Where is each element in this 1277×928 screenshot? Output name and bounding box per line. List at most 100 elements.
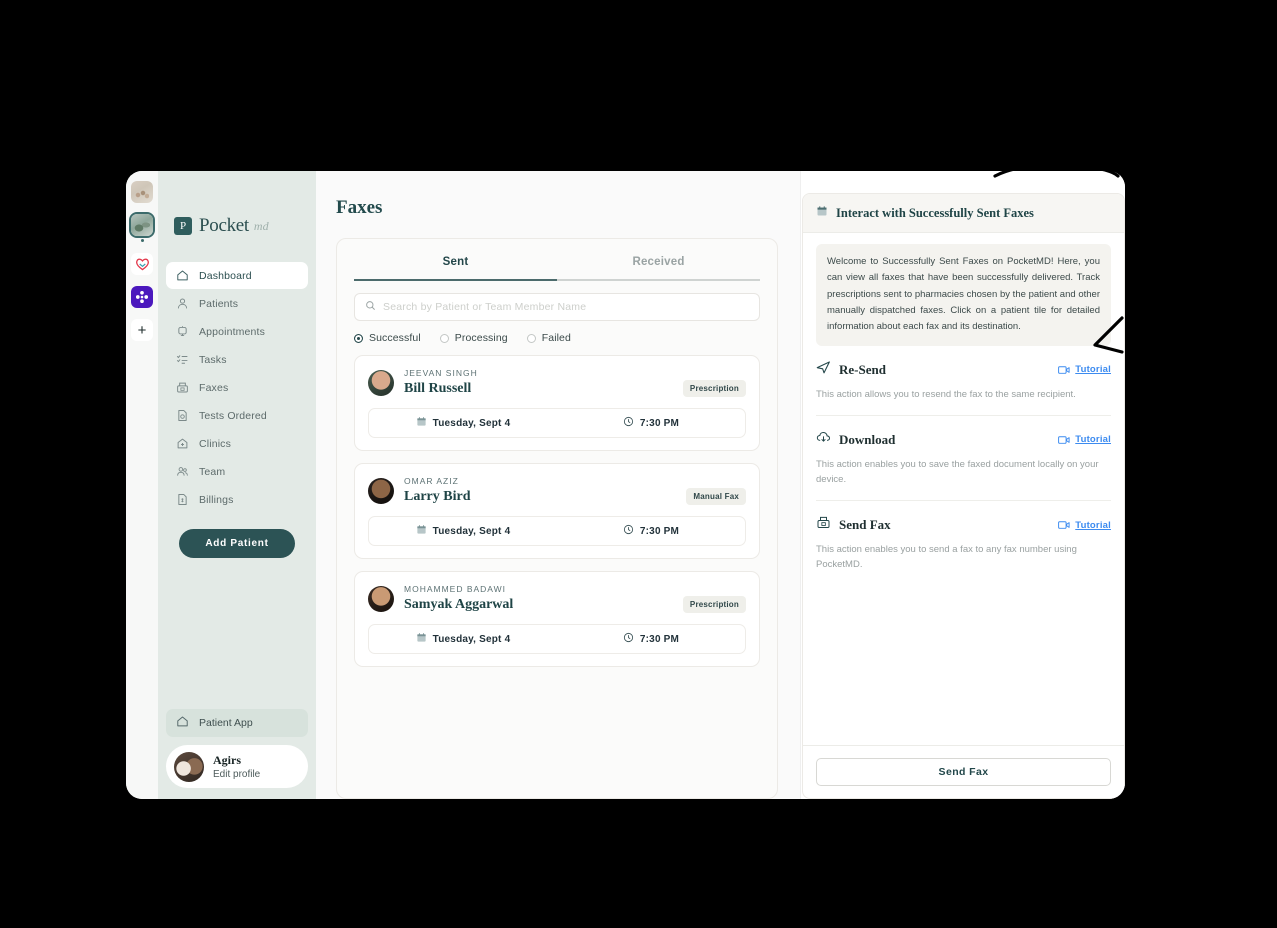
action-send-fax: Send Fax Tutorial This action enables yo… bbox=[816, 501, 1111, 572]
fax-date: Tuesday, Sept 4 bbox=[369, 524, 557, 538]
sidebar-item-label: Tests Ordered bbox=[199, 409, 267, 422]
sidebar-item-patient-app[interactable]: Patient App bbox=[166, 709, 308, 737]
video-icon bbox=[1058, 365, 1070, 375]
tutorial-link[interactable]: Tutorial bbox=[1058, 364, 1111, 375]
sender-name: OMAR AZIZ bbox=[404, 476, 459, 486]
workspace-thumb-2[interactable] bbox=[131, 214, 153, 236]
fax-card-meta: Tuesday, Sept 4 7:30 PM bbox=[368, 516, 746, 546]
sidebar-item-appointments[interactable]: Appointments bbox=[166, 318, 308, 345]
workspace-heart-logo[interactable] bbox=[131, 253, 153, 275]
billing-document-icon bbox=[176, 493, 189, 506]
fax-card-names: JEEVAN SINGH Bill Russell bbox=[404, 368, 673, 397]
status-badge: Prescription bbox=[682, 596, 746, 613]
action-download: Download Tutorial This action enables yo… bbox=[816, 416, 1111, 502]
video-icon bbox=[1058, 520, 1070, 530]
workspace-cross-logo[interactable] bbox=[131, 286, 153, 308]
sidebar-item-team[interactable]: Team bbox=[166, 458, 308, 485]
tab-received[interactable]: Received bbox=[557, 239, 760, 281]
clock-icon bbox=[623, 632, 634, 646]
search-area bbox=[337, 281, 777, 321]
calendar-clock-icon bbox=[176, 325, 189, 338]
info-panel-card: Interact with Successfully Sent Faxes We… bbox=[802, 193, 1125, 799]
workspace-thumb-1[interactable] bbox=[131, 181, 153, 203]
sidebar-item-label: Patient App bbox=[199, 717, 253, 729]
sidebar-item-dashboard[interactable]: Dashboard bbox=[166, 262, 308, 289]
sidebar-item-faxes[interactable]: Faxes bbox=[166, 374, 308, 401]
action-header: Send Fax Tutorial bbox=[816, 515, 1111, 535]
sidebar-item-tasks[interactable]: Tasks bbox=[166, 346, 308, 373]
filter-label: Processing bbox=[454, 332, 508, 344]
tutorial-label: Tutorial bbox=[1075, 519, 1111, 531]
sidebar-item-clinics[interactable]: Clinics bbox=[166, 430, 308, 457]
fax-card[interactable]: MOHAMMED BADAWI Samyak Aggarwal Prescrip… bbox=[354, 571, 760, 667]
tutorial-link[interactable]: Tutorial bbox=[1058, 434, 1111, 445]
fax-date-text: Tuesday, Sept 4 bbox=[432, 525, 511, 537]
filter-label: Failed bbox=[541, 332, 571, 344]
fax-card-header: JEEVAN SINGH Bill Russell Prescription bbox=[368, 368, 746, 397]
fax-card[interactable]: JEEVAN SINGH Bill Russell Prescription T… bbox=[354, 355, 760, 451]
edit-profile-link[interactable]: Edit profile bbox=[213, 769, 260, 780]
workspace-active-dot bbox=[140, 239, 144, 242]
filter-failed[interactable]: Failed bbox=[526, 332, 571, 344]
search-input[interactable] bbox=[383, 301, 749, 313]
filter-label: Successful bbox=[369, 332, 421, 344]
tab-sent[interactable]: Sent bbox=[354, 239, 557, 281]
status-filters: Successful Processing Failed bbox=[337, 321, 777, 344]
calendar-icon bbox=[416, 524, 427, 538]
team-icon bbox=[176, 465, 189, 478]
fax-panel: Sent Received Successful Proc bbox=[336, 238, 778, 799]
fax-card-names: OMAR AZIZ Larry Bird bbox=[404, 476, 676, 505]
sidebar-item-billings[interactable]: Billings bbox=[166, 486, 308, 513]
sidebar-item-label: Team bbox=[199, 465, 226, 478]
tutorial-link[interactable]: Tutorial bbox=[1058, 520, 1111, 531]
fax-card-header: MOHAMMED BADAWI Samyak Aggarwal Prescrip… bbox=[368, 584, 746, 613]
sidebar-item-label: Dashboard bbox=[199, 269, 252, 282]
info-panel-body: Welcome to Successfully Sent Faxes on Po… bbox=[803, 233, 1124, 745]
calendar-icon bbox=[416, 416, 427, 430]
add-patient-button[interactable]: Add Patient bbox=[179, 529, 295, 558]
welcome-message: Welcome to Successfully Sent Faxes on Po… bbox=[816, 244, 1111, 346]
radio-icon bbox=[354, 333, 363, 343]
plus-icon: + bbox=[137, 321, 147, 339]
fax-card-meta: Tuesday, Sept 4 7:30 PM bbox=[368, 624, 746, 654]
sender-name: JEEVAN SINGH bbox=[404, 368, 478, 378]
sidebar-item-label: Tasks bbox=[199, 353, 227, 366]
clinic-icon bbox=[176, 437, 189, 450]
add-workspace-button[interactable]: + bbox=[131, 319, 153, 341]
fax-date-text: Tuesday, Sept 4 bbox=[432, 633, 511, 645]
send-fax-button[interactable]: Send Fax bbox=[816, 758, 1111, 786]
fax-card[interactable]: OMAR AZIZ Larry Bird Manual Fax Tuesday,… bbox=[354, 463, 760, 559]
action-title: Send Fax bbox=[839, 517, 891, 533]
search-box[interactable] bbox=[354, 293, 760, 321]
page-title: Faxes bbox=[336, 197, 383, 218]
user-profile[interactable]: Agirs Edit profile bbox=[166, 745, 308, 788]
action-resend: Re-Send Tutorial This action allows you … bbox=[816, 346, 1111, 416]
user-icon bbox=[176, 297, 189, 310]
fax-tabs: Sent Received bbox=[337, 239, 777, 281]
search-icon bbox=[365, 298, 376, 316]
sidebar-item-label: Clinics bbox=[199, 437, 231, 450]
heart-icon bbox=[135, 258, 149, 271]
logo-mark: P bbox=[174, 217, 192, 235]
action-title: Download bbox=[839, 431, 896, 447]
sidebar-item-tests-ordered[interactable]: Tests Ordered bbox=[166, 402, 308, 429]
fax-date-text: Tuesday, Sept 4 bbox=[432, 417, 511, 429]
filter-processing[interactable]: Processing bbox=[439, 332, 508, 344]
logo-script-md: md bbox=[253, 219, 269, 233]
logo-text: Pocket bbox=[199, 215, 249, 236]
filter-successful[interactable]: Successful bbox=[354, 332, 421, 344]
status-badge: Manual Fax bbox=[686, 488, 746, 505]
clock-icon bbox=[623, 524, 634, 538]
sidebar: P Pocket md Dashboard Patients Appointme… bbox=[158, 171, 316, 799]
info-panel-title: Interact with Successfully Sent Faxes bbox=[836, 205, 1034, 220]
medical-cross-icon bbox=[135, 290, 149, 304]
fax-time: 7:30 PM bbox=[557, 416, 745, 430]
sidebar-item-patients[interactable]: Patients bbox=[166, 290, 308, 317]
radio-icon bbox=[439, 333, 449, 343]
action-header: Download Tutorial bbox=[816, 430, 1111, 450]
fax-card-names: MOHAMMED BADAWI Samyak Aggarwal bbox=[404, 584, 673, 613]
fax-card-header: OMAR AZIZ Larry Bird Manual Fax bbox=[368, 476, 746, 505]
action-title: Re-Send bbox=[839, 361, 886, 377]
calendar-icon bbox=[416, 632, 427, 646]
app-logo[interactable]: P Pocket md bbox=[166, 171, 308, 237]
